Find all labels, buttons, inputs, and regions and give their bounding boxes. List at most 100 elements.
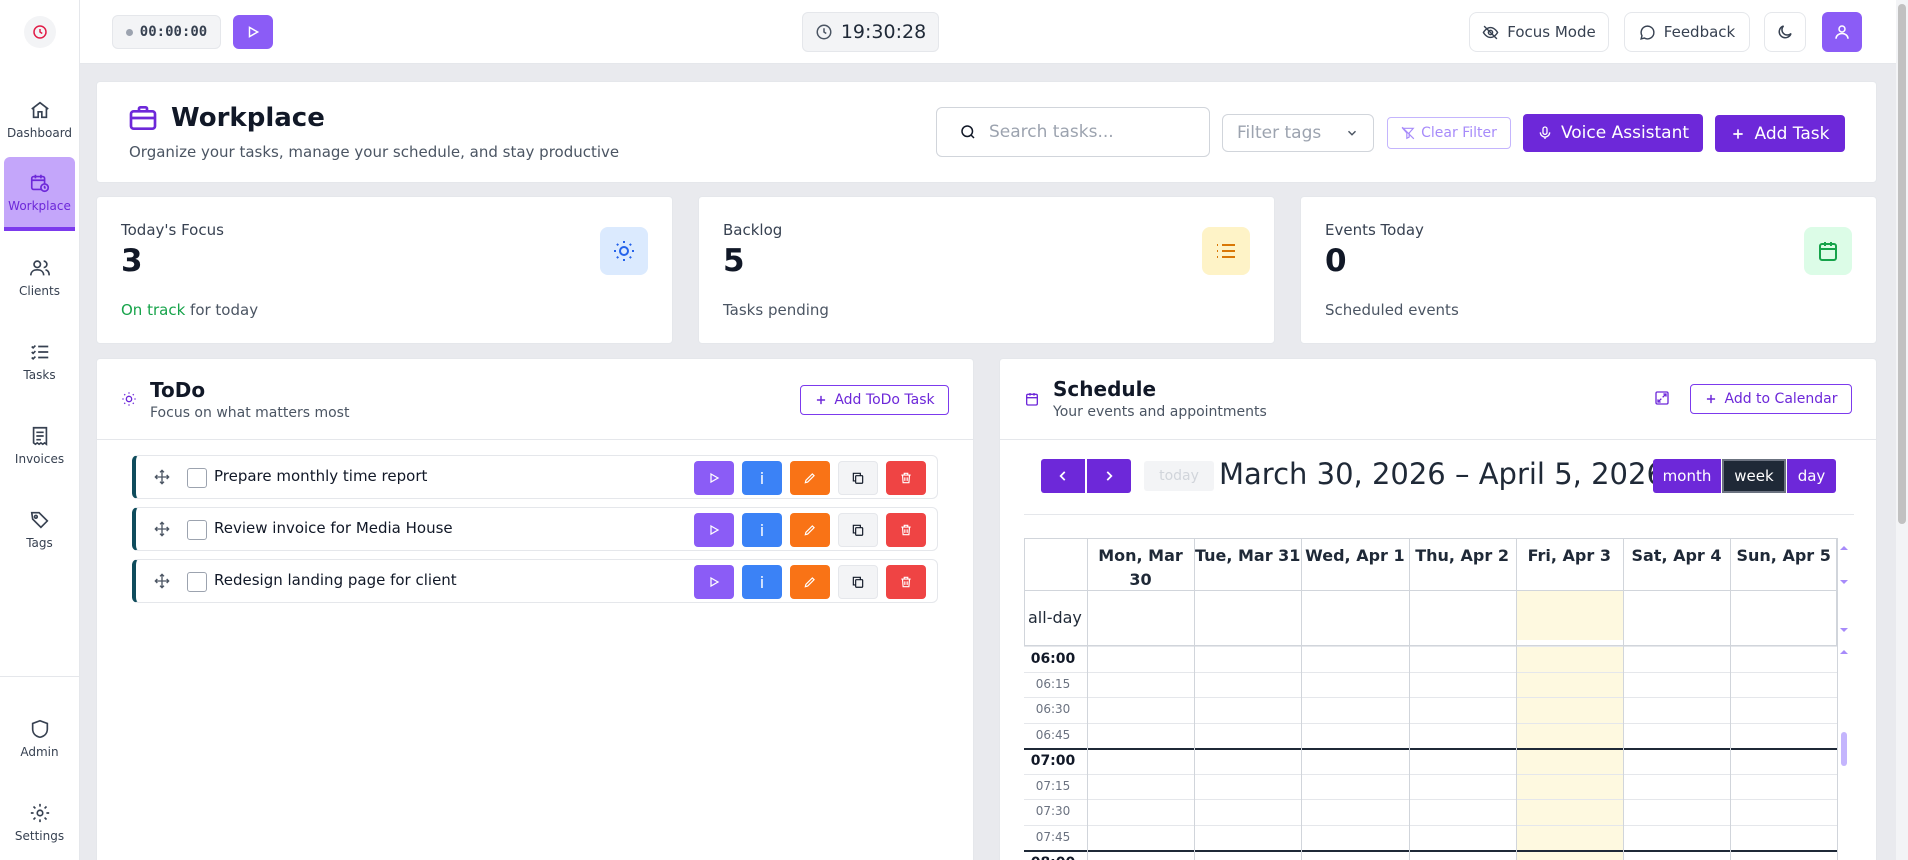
today-column-highlight [1515,646,1623,860]
sidebar-item-invoices[interactable]: Invoices [4,408,75,482]
microphone-icon [1539,126,1551,139]
sidebar-item-label: Clients [19,283,60,298]
view-week-button[interactable]: week [1722,459,1786,493]
search-input[interactable]: Search tasks... [936,107,1210,157]
clock-icon [816,24,832,40]
timer-value: 00:00:00 [139,24,208,40]
day-header: Sun, Apr 5 [1736,546,1831,565]
slot-gridline [1024,722,1837,724]
edit-task-button[interactable] [790,461,830,495]
drag-handle-icon[interactable] [154,573,170,589]
feedback-button[interactable]: Feedback [1624,12,1750,52]
sidebar-divider [0,676,80,677]
view-month-button[interactable]: month [1653,459,1721,493]
plus-icon [1707,394,1716,404]
expand-calendar-button[interactable] [1654,390,1670,406]
delete-task-button[interactable] [886,461,926,495]
copy-task-button[interactable] [838,513,878,547]
stat-icon-box [600,227,648,275]
user-avatar-button[interactable] [1822,12,1862,52]
top-bar: 00:00:00 19:30:28 Focus Mode Feedback [80,0,1896,64]
slot-gridline [1024,799,1837,800]
start-task-timer-button[interactable] [694,513,734,547]
todo-checkbox[interactable] [187,520,207,540]
clear-filter-button[interactable]: Clear Filter [1387,117,1511,149]
edit-task-button[interactable] [790,565,830,599]
play-icon [248,26,260,38]
moon-icon [1778,25,1792,39]
sidebar-item-admin[interactable]: Admin [4,701,75,775]
start-task-timer-button[interactable] [694,565,734,599]
copy-task-button[interactable] [838,461,878,495]
filter-tags-select[interactable]: Filter tags [1222,114,1374,152]
calendar-prev-button[interactable] [1041,459,1085,493]
add-to-calendar-button[interactable]: Add to Calendar [1690,384,1852,414]
day-column-line [1515,538,1517,860]
sidebar-item-workplace[interactable]: Workplace [4,157,75,231]
pencil-icon [804,473,815,484]
play-icon [710,576,720,588]
day-header: Sat, Apr 4 [1631,546,1722,565]
add-todo-task-button[interactable]: Add ToDo Task [800,385,949,415]
stat-card-todays-focus: Today's Focus 3 On track for today [96,196,673,344]
page-scrollbar[interactable] [1896,0,1908,860]
sidebar-item-tasks[interactable]: Tasks [4,324,75,398]
schedule-subtitle: Your events and appointments [1053,404,1267,420]
filter-tags-placeholder: Filter tags [1237,123,1322,143]
todo-item: Review invoice for Media House i [132,507,938,551]
edit-task-button[interactable] [790,513,830,547]
sidebar-item-label: Dashboard [6,125,73,140]
search-icon [961,125,975,139]
copy-task-button[interactable] [838,565,878,599]
slot-gridline [1024,773,1837,775]
stat-status: On track [121,301,186,319]
drag-handle-icon[interactable] [154,469,170,485]
scroll-down-arrow-icon [1840,628,1848,632]
focus-mode-button[interactable]: Focus Mode [1469,12,1609,52]
time-grid-scrollbar[interactable] [1838,646,1850,860]
task-info-button[interactable]: i [742,513,782,547]
info-icon: i [759,468,765,488]
task-info-button[interactable]: i [742,565,782,599]
chevron-left-icon [1059,471,1066,481]
voice-assistant-button[interactable]: Voice Assistant [1523,114,1703,152]
feedback-label: Feedback [1663,23,1736,41]
delete-task-button[interactable] [886,565,926,599]
todo-item-text: Redesign landing page for client [214,571,457,589]
todo-item: Prepare monthly time report i [132,455,938,499]
delete-task-button[interactable] [886,513,926,547]
message-circle-icon [1639,24,1655,40]
sidebar-item-clients[interactable]: Clients [4,240,75,314]
header-scrollbar[interactable] [1838,538,1850,638]
shield-icon [31,719,48,738]
task-info-button[interactable]: i [742,461,782,495]
app-logo[interactable] [24,16,56,48]
todo-checkbox[interactable] [187,468,207,488]
theme-toggle-button[interactable] [1764,12,1806,52]
eye-off-icon [1482,25,1499,39]
sidebar-item-tags[interactable]: Tags [4,492,75,566]
view-day-button[interactable]: day [1787,459,1836,493]
todo-checkbox[interactable] [187,572,207,592]
page-scrollbar-thumb[interactable] [1898,4,1906,524]
calendar-today-button[interactable]: today [1144,461,1214,491]
calendar-next-button[interactable] [1087,459,1131,493]
scroll-down-arrow-icon [1840,580,1848,584]
add-task-button[interactable]: Add Task [1715,115,1845,152]
drag-handle-icon[interactable] [154,521,170,537]
start-task-timer-button[interactable] [694,461,734,495]
page-subtitle: Organize your tasks, manage your schedul… [129,143,620,161]
add-to-calendar-label: Add to Calendar [1724,391,1838,407]
schedule-title: Schedule [1053,377,1157,401]
timer-display: 00:00:00 [112,15,221,49]
stat-icon-box [1202,227,1250,275]
scrollbar-thumb[interactable] [1841,732,1847,766]
stat-label: Events Today [1325,221,1424,239]
sidebar-item-settings[interactable]: Settings [4,785,75,859]
sidebar-item-dashboard[interactable]: Dashboard [4,82,75,156]
expand-icon [1655,391,1669,405]
slot-gridline [1024,824,1837,826]
calendar-clock-icon [30,174,49,192]
start-timer-button[interactable] [233,15,273,49]
calendar-range-title: March 30, 2026 – April 5, 2026 [1219,457,1665,491]
